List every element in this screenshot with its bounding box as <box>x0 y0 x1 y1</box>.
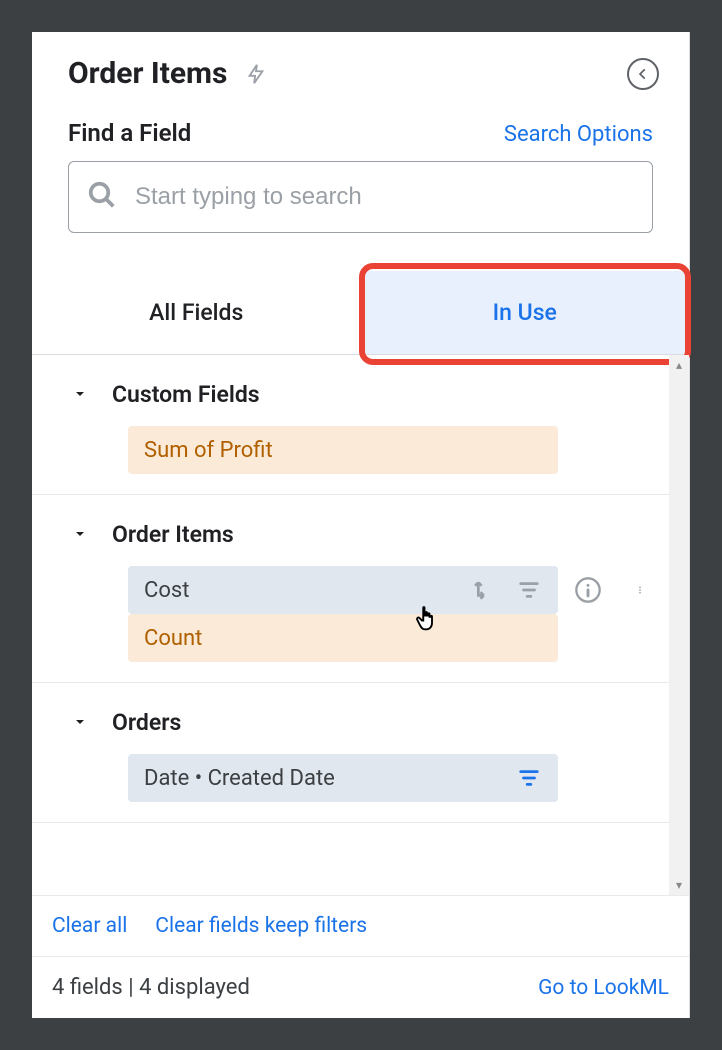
search-options-link[interactable]: Search Options <box>504 122 653 147</box>
scrollbar-track[interactable] <box>669 375 689 875</box>
lightning-icon <box>245 59 267 89</box>
group-header[interactable]: Order Items <box>52 521 657 548</box>
field-label: Count <box>144 626 202 651</box>
group-header[interactable]: Orders <box>52 709 657 736</box>
group-custom-fields: Custom Fields Sum of Profit <box>32 355 689 495</box>
field-label: Sum of Profit <box>144 438 273 463</box>
search-box[interactable] <box>68 161 653 233</box>
group-orders: Orders Date • Created Date <box>32 683 689 823</box>
field-list: ▴ ▾ Custom Fields Sum of Profit <box>32 355 689 895</box>
info-icon[interactable] <box>574 576 602 604</box>
group-order-items: Order Items Cost <box>32 495 689 683</box>
tab-in-use[interactable]: In Use <box>361 271 690 354</box>
go-to-lookml-link[interactable]: Go to LookML <box>538 976 669 1000</box>
field-label: Date • Created Date <box>144 766 335 791</box>
filter-icon[interactable] <box>516 579 542 601</box>
find-field-label: Find a Field <box>68 119 191 147</box>
more-icon[interactable] <box>636 577 644 603</box>
filter-active-icon[interactable] <box>516 767 542 789</box>
chevron-down-icon <box>72 713 88 732</box>
search-icon <box>87 180 117 214</box>
search-input[interactable] <box>135 183 634 211</box>
scroll-up-arrow[interactable]: ▴ <box>669 355 689 375</box>
field-picker-panel: Order Items Find a Field Search Options … <box>32 32 690 1018</box>
search-section: Find a Field Search Options <box>32 99 689 251</box>
tab-all-fields[interactable]: All Fields <box>32 271 361 354</box>
pivot-icon[interactable] <box>474 577 500 603</box>
group-title: Order Items <box>112 521 234 548</box>
field-count[interactable]: Count <box>128 614 558 662</box>
panel-title: Order Items <box>68 56 227 91</box>
group-title: Orders <box>112 709 181 736</box>
field-label: Cost <box>144 578 189 603</box>
field-created-date[interactable]: Date • Created Date <box>128 754 558 802</box>
field-sum-of-profit[interactable]: Sum of Profit <box>128 426 558 474</box>
scroll-down-arrow[interactable]: ▾ <box>669 875 689 895</box>
clear-all-link[interactable]: Clear all <box>52 914 127 938</box>
field-cost[interactable]: Cost <box>128 566 558 614</box>
collapse-button[interactable] <box>627 58 659 90</box>
status-bar: 4 fields | 4 displayed Go to LookML <box>32 956 689 1018</box>
clear-fields-keep-filters-link[interactable]: Clear fields keep filters <box>155 914 367 938</box>
chevron-down-icon <box>72 525 88 544</box>
bottom-actions: Clear all Clear fields keep filters <box>32 895 689 956</box>
chevron-down-icon <box>72 385 88 404</box>
group-header[interactable]: Custom Fields <box>52 381 657 408</box>
group-title: Custom Fields <box>112 381 260 408</box>
field-count-status: 4 fields | 4 displayed <box>52 975 250 1000</box>
field-tabs: All Fields In Use <box>32 271 689 355</box>
panel-header: Order Items <box>32 32 689 99</box>
